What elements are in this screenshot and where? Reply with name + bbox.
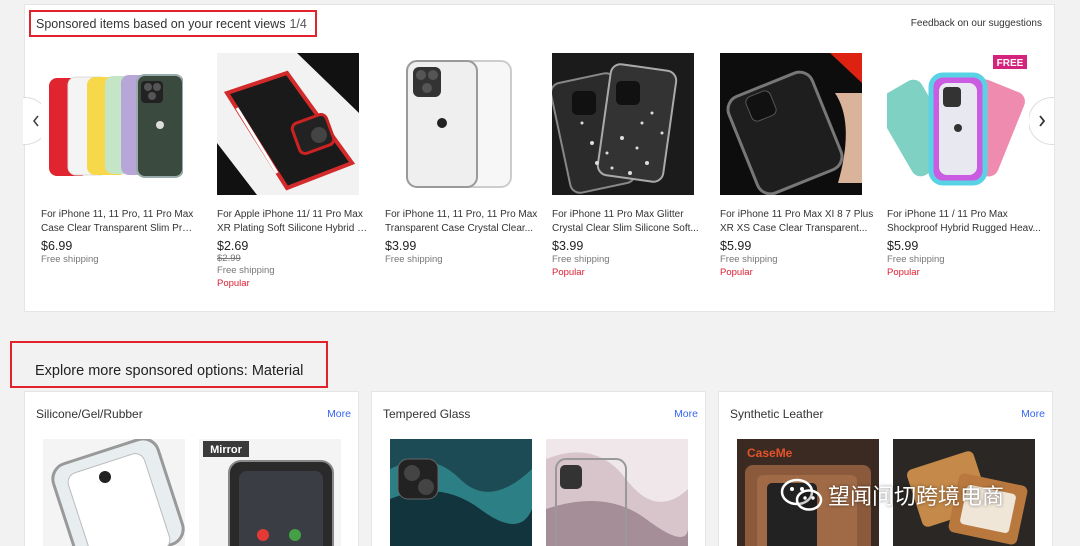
product-price: $5.99 xyxy=(720,239,752,253)
original-price: $2.99 xyxy=(217,253,241,264)
product-price: $3.99 xyxy=(552,239,584,253)
category-card-silicone[interactable]: Silicone/Gel/Rubber More Mirror xyxy=(24,391,359,546)
product-title-line[interactable]: Shockproof Hybrid Rugged Heav... xyxy=(887,222,1041,236)
more-link[interactable]: More xyxy=(674,408,698,420)
category-image[interactable] xyxy=(390,439,532,546)
product-title-line[interactable]: For iPhone 11 Pro Max Glitter xyxy=(552,208,706,222)
product-price: $2.69 xyxy=(217,239,249,253)
feedback-link[interactable]: Feedback on our suggestions xyxy=(911,18,1042,29)
product-title-line[interactable]: Crystal Clear Slim Silicone Soft... xyxy=(552,222,706,236)
product-title[interactable]: For Apple iPhone 11/ 11 Pro Max XR Platin… xyxy=(217,208,371,236)
sponsored-panel: Sponsored items based on your recent vie… xyxy=(23,4,1055,312)
shipping-text: Free shipping xyxy=(217,265,275,276)
product-image[interactable] xyxy=(720,53,862,195)
product-card[interactable]: FREE For iPhone 11 / 11 Pro Max Shockproo… xyxy=(887,53,1043,278)
popular-badge: Popular xyxy=(552,267,585,278)
shipping-text: Free shipping xyxy=(41,254,99,265)
product-price: $6.99 xyxy=(41,239,73,253)
popular-badge: Popular xyxy=(720,267,753,278)
product-title[interactable]: For iPhone 11, 11 Pro, 11 Pro Max Case Cl… xyxy=(41,208,195,236)
mirror-tag: Mirror xyxy=(210,444,243,456)
chevron-left-icon xyxy=(32,115,39,127)
product-title-line[interactable]: For iPhone 11, 11 Pro, 11 Pro Max xyxy=(41,208,195,222)
category-card-synthetic-leather[interactable]: Synthetic Leather More CaseMe xyxy=(718,391,1053,546)
product-title[interactable]: For iPhone 11 Pro Max Glitter Crystal Cle… xyxy=(552,208,706,236)
category-name[interactable]: Silicone/Gel/Rubber xyxy=(36,407,143,421)
explore-title: Explore more sponsored options: Material xyxy=(35,363,304,379)
shipping-text: Free shipping xyxy=(552,254,610,265)
product-card[interactable]: For Apple iPhone 11/ 11 Pro Max XR Platin… xyxy=(217,53,373,289)
sponsored-title-text: Sponsored items based on your recent vie… xyxy=(36,17,286,31)
free-tag: FREE xyxy=(997,58,1024,69)
product-image[interactable] xyxy=(385,53,527,195)
wechat-icon xyxy=(780,478,823,511)
product-title-line[interactable]: For iPhone 11, 11 Pro, 11 Pro Max xyxy=(385,208,539,222)
caseme-tag: CaseMe xyxy=(747,446,793,460)
product-title-line[interactable]: Transparent Case Crystal Clear... xyxy=(385,222,539,236)
product-title[interactable]: For iPhone 11 Pro Max XI 8 7 Plus XR XS C… xyxy=(720,208,874,236)
product-title-line[interactable]: For Apple iPhone 11/ 11 Pro Max xyxy=(217,208,371,222)
product-image[interactable]: FREE xyxy=(887,53,1029,195)
product-card[interactable]: For iPhone 11 Pro Max Glitter Crystal Cle… xyxy=(552,53,708,278)
category-image[interactable] xyxy=(43,439,185,546)
category-name[interactable]: Synthetic Leather xyxy=(730,407,823,421)
product-card[interactable]: For iPhone 11, 11 Pro, 11 Pro Max Case Cl… xyxy=(41,53,197,265)
product-title-line[interactable]: Case Clear Transparent Slim Pro... xyxy=(41,222,195,236)
sponsored-title: Sponsored items based on your recent vie… xyxy=(36,17,307,31)
product-title-line[interactable]: XR XS Case Clear Transparent... xyxy=(720,222,874,236)
category-image[interactable] xyxy=(546,439,688,546)
product-card[interactable]: For iPhone 11, 11 Pro, 11 Pro Max Transpa… xyxy=(385,53,541,265)
shipping-text: Free shipping xyxy=(887,254,945,265)
watermark: 望闻问切跨境电商 xyxy=(780,478,1004,512)
product-image[interactable] xyxy=(552,53,694,195)
product-title-line[interactable]: For iPhone 11 / 11 Pro Max xyxy=(887,208,1041,222)
page-indicator: 1/4 xyxy=(289,17,307,31)
product-card[interactable]: For iPhone 11 Pro Max XI 8 7 Plus XR XS C… xyxy=(720,53,876,278)
category-image[interactable]: Mirror xyxy=(199,439,341,546)
product-title[interactable]: For iPhone 11, 11 Pro, 11 Pro Max Transpa… xyxy=(385,208,539,236)
more-link[interactable]: More xyxy=(1021,408,1045,420)
product-title[interactable]: For iPhone 11 / 11 Pro Max Shockproof Hyb… xyxy=(887,208,1041,236)
popular-badge: Popular xyxy=(217,278,250,289)
popular-badge: Popular xyxy=(887,267,920,278)
product-price: $3.99 xyxy=(385,239,417,253)
product-image[interactable] xyxy=(217,53,359,195)
product-price: $5.99 xyxy=(887,239,919,253)
product-image[interactable] xyxy=(41,53,183,195)
product-title-line[interactable]: XR Plating Soft Silicone Hybrid C... xyxy=(217,222,371,236)
category-card-tempered-glass[interactable]: Tempered Glass More xyxy=(371,391,706,546)
product-title-line[interactable]: For iPhone 11 Pro Max XI 8 7 Plus xyxy=(720,208,874,222)
more-link[interactable]: More xyxy=(327,408,351,420)
watermark-text: 望闻问切跨境电商 xyxy=(828,484,1005,509)
shipping-text: Free shipping xyxy=(385,254,443,265)
shipping-text: Free shipping xyxy=(720,254,778,265)
category-name[interactable]: Tempered Glass xyxy=(383,407,470,421)
